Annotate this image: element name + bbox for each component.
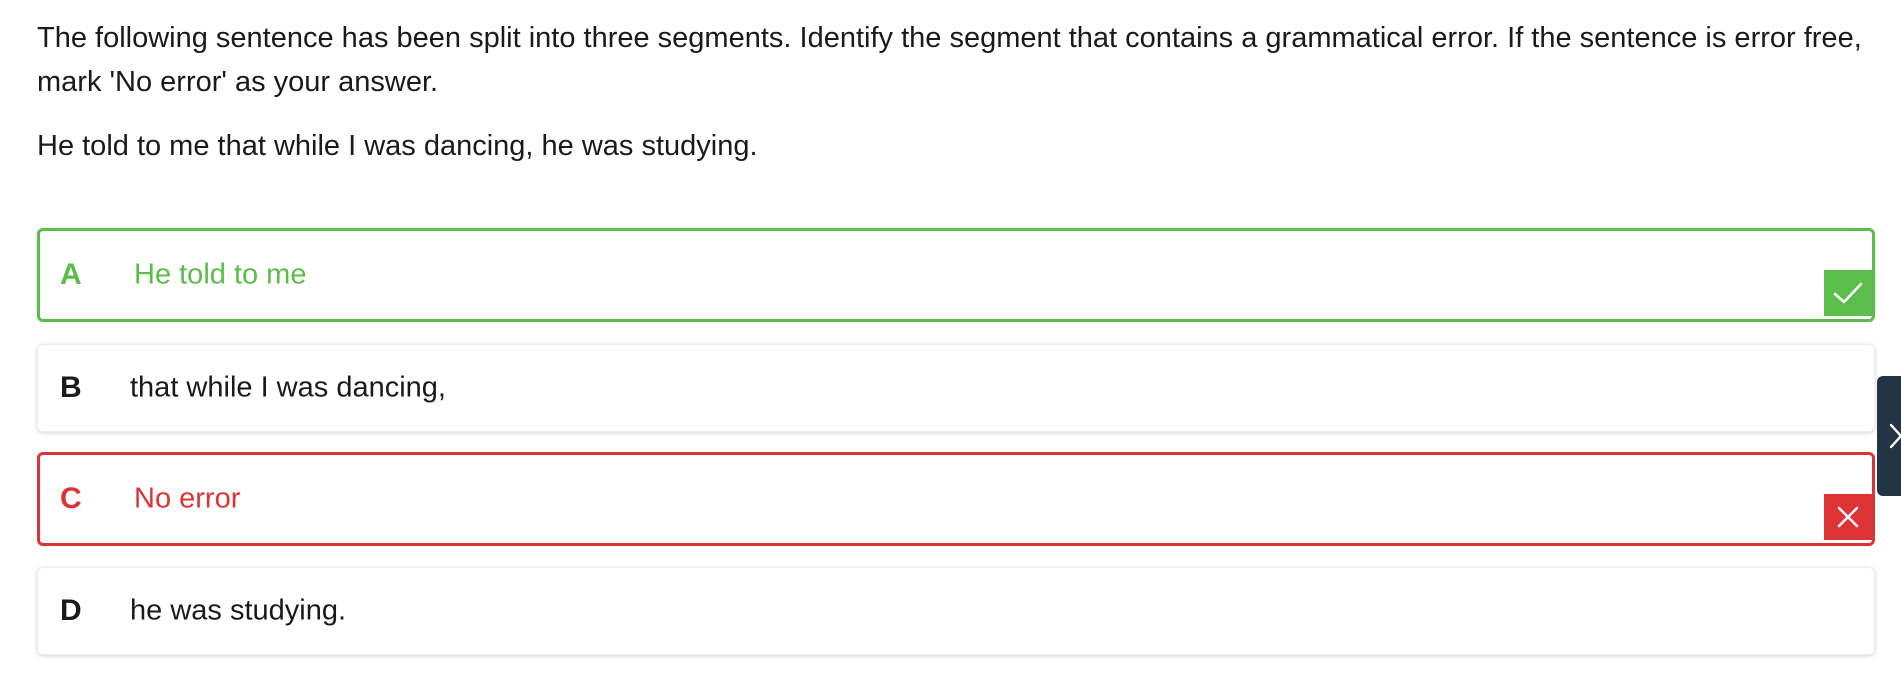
option-text: He told to me [134, 258, 307, 291]
option-letter: D [60, 594, 82, 627]
option-c[interactable]: C No error [37, 452, 1875, 546]
option-d[interactable]: D he was studying. [37, 567, 1875, 655]
wrong-badge [1824, 494, 1872, 540]
question-sentence: He told to me that while I was dancing, … [37, 130, 758, 162]
option-letter: B [60, 371, 82, 404]
close-icon [1837, 506, 1859, 528]
option-text: he was studying. [130, 594, 347, 627]
option-letter: C [60, 482, 82, 515]
option-b[interactable]: B that while I was dancing, [37, 344, 1875, 432]
question-instructions: The following sentence has been split in… [37, 22, 1862, 98]
question-page: The following sentence has been split in… [0, 0, 1901, 683]
correct-badge [1824, 270, 1872, 316]
option-letter: A [60, 258, 82, 291]
option-a[interactable]: A He told to me [37, 228, 1875, 322]
chevron-right-icon [1889, 423, 1901, 449]
check-icon [1833, 282, 1863, 304]
option-text: that while I was dancing, [130, 371, 446, 404]
option-text: No error [134, 482, 241, 515]
side-panel-toggle[interactable] [1877, 376, 1901, 496]
